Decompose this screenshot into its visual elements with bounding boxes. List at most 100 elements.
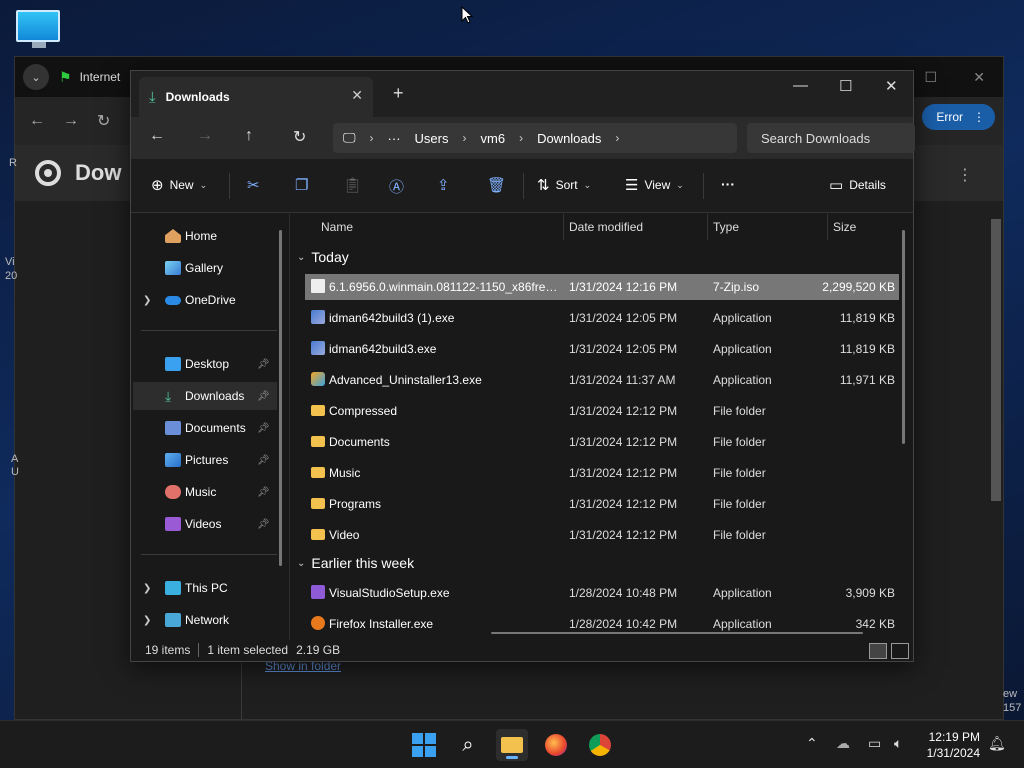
minimize-button[interactable]: —: [793, 77, 808, 94]
search-button[interactable]: ⌕: [452, 729, 484, 761]
notification-bell-icon[interactable]: 🔔︎: [988, 735, 1006, 752]
address-bar[interactable]: 🖵 › ··· Users › vm6 › Downloads ›: [333, 123, 737, 153]
this-pc-desktop-icon[interactable]: [16, 10, 62, 50]
nav-pane-scrollbar[interactable]: [279, 230, 282, 566]
forward-arrow-icon[interactable]: →: [63, 112, 79, 130]
browser-scroll-thumb[interactable]: [991, 219, 1001, 501]
maximize-button[interactable]: ☐: [839, 77, 852, 95]
chrome-taskbar-button[interactable]: [584, 729, 616, 761]
up-arrow-icon[interactable]: ↑: [245, 127, 253, 145]
view-button[interactable]: ☰ View ⌄: [625, 176, 684, 194]
pane-splitter[interactable]: [289, 214, 290, 640]
nav-item-network[interactable]: ❯ Network: [133, 606, 277, 634]
file-list-hscrollbar[interactable]: [491, 632, 863, 634]
column-header-size[interactable]: Size: [833, 214, 856, 240]
browser-maximize-button[interactable]: ☐: [924, 69, 937, 86]
sort-button[interactable]: ⇅ Sort ⌄: [537, 176, 591, 194]
breadcrumb-downloads[interactable]: Downloads: [537, 131, 601, 146]
column-divider[interactable]: [707, 214, 708, 240]
chevron-up-icon[interactable]: ⌃: [806, 735, 818, 752]
tab-search-button[interactable]: ⌄: [23, 64, 49, 90]
refresh-icon[interactable]: ↻: [293, 127, 306, 147]
delete-button[interactable]: 🗑︎: [487, 176, 506, 194]
close-button[interactable]: ✕: [885, 77, 898, 95]
chevron-right-icon[interactable]: ❯: [143, 583, 151, 594]
browser-close-button[interactable]: ✕: [973, 69, 985, 86]
file-row[interactable]: idman642build3 (1).exe 1/31/2024 12:05 PM…: [305, 305, 899, 331]
browser-scrollbar[interactable]: [989, 207, 1001, 707]
nav-item-onedrive[interactable]: ❯ OneDrive: [133, 286, 277, 314]
file-row[interactable]: Programs 1/31/2024 12:12 PM File folder: [305, 491, 899, 517]
reload-icon[interactable]: ↻: [97, 111, 110, 131]
explorer-tab[interactable]: ⤓ Downloads ✕: [139, 77, 373, 117]
file-row[interactable]: Advanced_Uninstaller13.exe 1/31/2024 11:3…: [305, 367, 899, 393]
details-pane-button[interactable]: ▭ Details: [829, 176, 886, 194]
volume-muted-icon[interactable]: 🔈︎: [894, 735, 902, 752]
new-tab-button[interactable]: +: [393, 83, 404, 104]
clock[interactable]: 12:19 PM 1/31/2024: [927, 729, 980, 761]
see-more-button[interactable]: ···: [721, 176, 735, 192]
chevron-right-icon[interactable]: ›: [463, 131, 467, 145]
pin-icon[interactable]: 📌︎: [257, 391, 270, 402]
group-header-earlier[interactable]: ⌄ Earlier this week: [297, 555, 414, 571]
back-arrow-icon[interactable]: ←: [149, 127, 165, 145]
copy-button[interactable]: ❐: [295, 176, 308, 194]
nav-item-desktop[interactable]: Desktop 📌︎: [133, 350, 277, 378]
new-button[interactable]: ⊕ New ⌄: [151, 176, 207, 194]
column-divider[interactable]: [827, 214, 828, 240]
share-button[interactable]: ⇪: [437, 176, 450, 194]
nav-item-gallery[interactable]: Gallery: [133, 254, 277, 282]
rename-button[interactable]: Ⓐ: [389, 176, 404, 197]
page-menu-icon[interactable]: ⋮: [957, 165, 973, 185]
tiles-view-button[interactable]: [891, 643, 909, 659]
pin-icon[interactable]: 📌︎: [257, 359, 270, 370]
nav-item-pictures[interactable]: Pictures 📌︎: [133, 446, 277, 474]
file-explorer-taskbar-button[interactable]: [496, 729, 528, 761]
details-view-button[interactable]: [869, 643, 887, 659]
breadcrumb-users[interactable]: Users: [415, 131, 449, 146]
pin-icon[interactable]: 📌︎: [257, 519, 270, 530]
nav-item-downloads[interactable]: ⤓ Downloads 📌︎: [133, 382, 277, 410]
error-button[interactable]: Error ⋮: [922, 104, 995, 130]
file-row[interactable]: 6.1.6956.0.winmain.081122-1150_x86fre_c.…: [305, 274, 899, 300]
nav-item-this-pc[interactable]: ❯ This PC: [133, 574, 277, 602]
column-header-name[interactable]: Name: [321, 214, 353, 240]
pin-icon[interactable]: 📌︎: [257, 423, 270, 434]
file-row[interactable]: Documents 1/31/2024 12:12 PM File folder: [305, 429, 899, 455]
search-input[interactable]: Search Downloads: [747, 123, 915, 153]
file-row[interactable]: Music 1/31/2024 12:12 PM File folder: [305, 460, 899, 486]
chevron-right-icon[interactable]: ›: [519, 131, 523, 145]
file-row[interactable]: idman642build3.exe 1/31/2024 12:05 PM Appl…: [305, 336, 899, 362]
nav-item-music[interactable]: Music 📌︎: [133, 478, 277, 506]
column-divider[interactable]: [563, 214, 564, 240]
browser-tab[interactable]: ⚑ Internet: [59, 69, 120, 86]
column-header-type[interactable]: Type: [713, 214, 739, 240]
breadcrumb-vm6[interactable]: vm6: [481, 131, 506, 146]
group-header-today[interactable]: ⌄ Today: [297, 249, 349, 265]
file-list-scrollbar[interactable]: [902, 230, 905, 444]
start-button[interactable]: [408, 729, 440, 761]
back-arrow-icon[interactable]: ←: [29, 112, 45, 130]
file-row[interactable]: Video 1/31/2024 12:12 PM File folder: [305, 522, 899, 548]
file-row[interactable]: VisualStudioSetup.exe 1/28/2024 10:48 PM A…: [305, 580, 899, 606]
chevron-right-icon[interactable]: ❯: [143, 615, 151, 626]
cut-button[interactable]: ✂: [247, 176, 260, 194]
pin-icon[interactable]: 📌︎: [257, 455, 270, 466]
chevron-right-icon[interactable]: ›: [615, 131, 619, 145]
chevron-right-icon[interactable]: ❯: [143, 295, 151, 306]
column-header-date[interactable]: Date modified: [569, 214, 643, 240]
file-name: Advanced_Uninstaller13.exe: [329, 373, 482, 387]
network-status-icon[interactable]: ▭: [868, 735, 881, 752]
close-tab-icon[interactable]: ✕: [351, 87, 363, 104]
forward-arrow-icon[interactable]: →: [197, 127, 213, 145]
nav-item-videos[interactable]: Videos 📌︎: [133, 510, 277, 538]
nav-item-home[interactable]: Home: [133, 222, 277, 250]
firefox-taskbar-button[interactable]: [540, 729, 572, 761]
chevron-right-icon[interactable]: ›: [370, 131, 374, 145]
pin-icon[interactable]: 📌︎: [257, 487, 270, 498]
file-row[interactable]: Compressed 1/31/2024 12:12 PM File folder: [305, 398, 899, 424]
cloud-offline-icon[interactable]: ☁: [836, 735, 850, 752]
nav-item-documents[interactable]: Documents 📌︎: [133, 414, 277, 442]
breadcrumb-overflow[interactable]: ···: [388, 131, 401, 146]
paste-button[interactable]: 📋︎: [343, 176, 362, 194]
